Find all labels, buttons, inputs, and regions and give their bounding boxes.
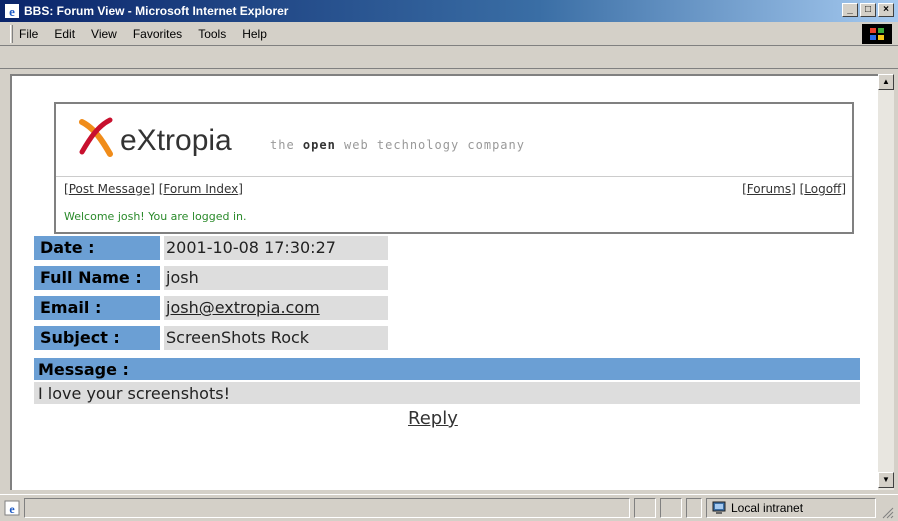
forums-link[interactable]: Forums [747, 182, 791, 196]
scroll-down-button[interactable]: ▼ [878, 472, 894, 488]
window-title: BBS: Forum View - Microsoft Internet Exp… [24, 4, 289, 18]
window-controls: _ □ × [842, 3, 894, 17]
maximize-button[interactable]: □ [860, 3, 876, 17]
status-text-pane [24, 498, 630, 518]
email-label: Email : [34, 296, 160, 320]
toolbar-grip[interactable] [10, 24, 13, 43]
logoff-link[interactable]: Logoff [804, 182, 841, 196]
brand-name: eXtropia [120, 124, 232, 157]
page-status-icon: e [4, 500, 20, 516]
menu-file[interactable]: File [19, 27, 38, 41]
zone-pane: Local intranet [706, 498, 876, 518]
title-bar: e BBS: Forum View - Microsoft Internet E… [0, 0, 898, 22]
reply-link[interactable]: Reply [408, 408, 458, 429]
status-pane-3 [686, 498, 702, 518]
field-row-date: Date : 2001-10-08 17:30:27 [34, 236, 388, 260]
svg-text:e: e [9, 4, 15, 19]
site-header: eXtropia the open web technology company… [54, 102, 854, 234]
ie-icon: e [5, 4, 19, 19]
nav-left: [Post Message] [Forum Index] [64, 182, 243, 196]
minimize-button[interactable]: _ [842, 3, 858, 17]
status-pane-1 [634, 498, 656, 518]
extropia-logo-icon [79, 117, 113, 157]
welcome-message: Welcome josh! You are logged in. [64, 210, 247, 223]
email-link[interactable]: josh@extropia.com [166, 298, 320, 317]
scroll-up-button[interactable]: ▲ [878, 74, 894, 90]
menu-bar: File Edit View Favorites Tools Help [0, 22, 898, 46]
header-divider [56, 176, 852, 177]
chrome-divider [0, 68, 898, 69]
date-value: 2001-10-08 17:30:27 [164, 236, 388, 260]
menu-help[interactable]: Help [242, 27, 267, 41]
field-row-email: Email : josh@extropia.com [34, 296, 388, 320]
zone-label: Local intranet [731, 501, 804, 515]
field-row-fullname: Full Name : josh [34, 266, 388, 290]
date-label: Date : [34, 236, 160, 260]
fullname-value: josh [164, 266, 388, 290]
menu-view[interactable]: View [91, 27, 117, 41]
local-intranet-icon [712, 501, 726, 514]
windows-logo-icon [862, 24, 892, 44]
subject-value: ScreenShots Rock [164, 326, 388, 350]
message-label: Message : [34, 358, 860, 380]
post-message-link[interactable]: Post Message [69, 182, 151, 196]
resize-grip-icon[interactable] [880, 505, 894, 519]
status-bar: e Local intranet [0, 494, 898, 521]
nav-right: [Forums] [Logoff] [742, 182, 846, 196]
fullname-label: Full Name : [34, 266, 160, 290]
tagline: the open web technology company [270, 138, 525, 152]
close-button[interactable]: × [878, 3, 894, 17]
forum-index-link[interactable]: Forum Index [163, 182, 238, 196]
field-row-subject: Subject : ScreenShots Rock [34, 326, 388, 350]
menu-edit[interactable]: Edit [54, 27, 75, 41]
subject-label: Subject : [34, 326, 160, 350]
menu-favorites[interactable]: Favorites [133, 27, 182, 41]
vertical-scrollbar[interactable]: ▲ ▼ [878, 74, 894, 490]
page-viewport: eXtropia the open web technology company… [10, 74, 878, 490]
svg-text:e: e [9, 502, 15, 516]
status-pane-2 [660, 498, 682, 518]
message-body: I love your screenshots! [34, 382, 860, 404]
menu-tools[interactable]: Tools [198, 27, 226, 41]
email-value-cell: josh@extropia.com [164, 296, 388, 320]
